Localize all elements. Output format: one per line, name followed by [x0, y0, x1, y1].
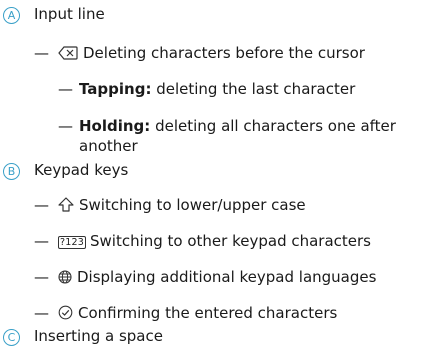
- callout-badge-c: C: [3, 329, 20, 346]
- section-title-inserting-space: Inserting a space: [34, 327, 163, 345]
